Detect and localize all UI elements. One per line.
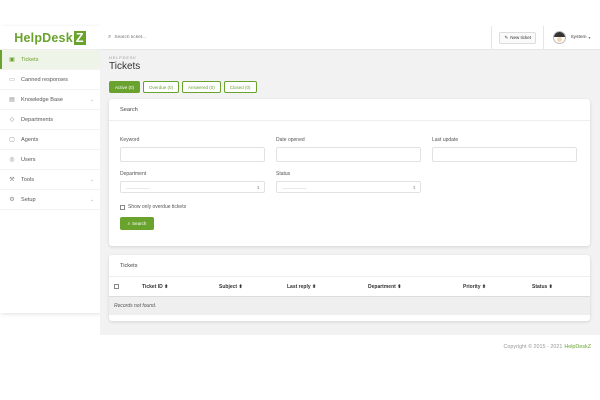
sort-icon: ⬍ <box>397 284 402 290</box>
agents-icon: ▢ <box>9 137 15 143</box>
search-icon: ⌕ <box>127 221 131 226</box>
select-all-checkbox[interactable] <box>114 284 119 289</box>
last-update-label: Last update <box>432 137 459 143</box>
page-title: Tickets <box>109 61 141 72</box>
departments-icon: ◇ <box>9 117 15 123</box>
sidebar-item-label: Tickets <box>21 56 39 63</box>
sidebar-item-departments[interactable]: ◇ Departments <box>0 110 100 130</box>
book-icon: ▤ <box>9 97 15 103</box>
logo[interactable]: HelpDesk Z <box>0 26 100 50</box>
sort-icon: ⬍ <box>238 284 243 290</box>
new-ticket-button[interactable]: ✎ New ticket <box>499 31 536 44</box>
chevron-down-icon: ⌄ <box>89 176 94 183</box>
overdue-checkbox-label: Show only overdue tickets <box>128 204 187 210</box>
tickets-icon: ▣ <box>9 57 15 63</box>
date-opened-input[interactable] <box>276 147 421 162</box>
sort-icon: ⬍ <box>548 284 553 290</box>
department-value: ------------------ <box>126 184 150 190</box>
keyword-input[interactable] <box>120 147 265 162</box>
user-menu[interactable]: System ▾ <box>544 26 600 50</box>
sort-icon: ⬍ <box>481 284 487 290</box>
sidebar: HelpDesk Z ▣ Tickets ▭ Canned responses ▤… <box>0 26 100 313</box>
sidebar-item-label: Departments <box>21 116 54 123</box>
new-ticket-label: New ticket <box>510 35 531 40</box>
sidebar-item-label: Canned responses <box>21 76 68 83</box>
search-card-title: Search <box>109 99 590 121</box>
last-update-input[interactable] <box>432 147 577 162</box>
chat-icon: ▭ <box>9 77 15 83</box>
date-opened-label: Date opened <box>276 137 305 143</box>
caret-down-icon: ▾ <box>588 35 591 40</box>
overdue-checkbox[interactable] <box>120 204 125 210</box>
tickets-table-card: Tickets Ticket ID ⬍ Subject ⬍ Last reply… <box>109 255 590 321</box>
setup-icon: ⚙ <box>9 197 15 203</box>
edit-icon: ✎ <box>504 34 509 40</box>
sort-icon: ⬍ <box>312 284 317 290</box>
department-label: Department <box>120 171 147 177</box>
tab-answered[interactable]: Answered (0) <box>182 81 221 93</box>
chevron-down-icon: ⇕ <box>256 184 260 190</box>
sidebar-item-users[interactable]: ◎ Users <box>0 150 100 170</box>
search-button-label: Search <box>132 221 147 226</box>
col-ticket-id[interactable]: Ticket ID ⬍ <box>142 277 168 297</box>
search-input[interactable] <box>114 35 235 40</box>
footer-brand-link[interactable]: HelpDeskZ <box>564 344 591 350</box>
copyright-text: Copyright © 2015 - 2021 <box>503 343 563 350</box>
sidebar-item-canned-responses[interactable]: ▭ Canned responses <box>0 70 100 90</box>
department-select[interactable]: ------------------ ⇕ <box>120 181 265 193</box>
sidebar-item-tickets[interactable]: ▣ Tickets <box>0 50 100 70</box>
sidebar-item-label: Knowledge Base <box>21 96 63 103</box>
search-icon: ⌕ <box>108 34 112 40</box>
sidebar-item-agents[interactable]: ▢ Agents <box>0 130 100 150</box>
chevron-down-icon: ⌄ <box>89 96 94 103</box>
search-button[interactable]: ⌕ Search <box>120 217 154 230</box>
col-subject[interactable]: Subject ⬍ <box>219 277 243 297</box>
topbar: ⌕ ✎ New ticket System ▾ <box>100 25 600 50</box>
sidebar-item-setup[interactable]: ⚙ Setup ⌄ <box>0 190 100 210</box>
sidebar-item-label: Agents <box>21 136 39 143</box>
sidebar-item-knowledge-base[interactable]: ▤ Knowledge Base ⌄ <box>0 90 100 110</box>
ticket-tabs: Active (0) Overdue (0) Answered (0) Clos… <box>109 81 260 93</box>
sidebar-item-label: Users <box>21 156 36 163</box>
col-status[interactable]: Status ⬍ <box>532 277 553 297</box>
tab-overdue[interactable]: Overdue (0) <box>143 81 180 93</box>
tools-icon: ⚒ <box>9 177 15 183</box>
new-ticket-area: ✎ New ticket <box>491 25 544 50</box>
breadcrumb: HELPDESK <box>109 55 137 60</box>
empty-state-row: Records not found. <box>109 297 590 315</box>
sidebar-item-tools[interactable]: ⚒ Tools ⌄ <box>0 170 100 190</box>
user-name: System <box>570 35 587 40</box>
col-department[interactable]: Department ⬍ <box>368 277 401 297</box>
status-label: Status <box>276 171 291 177</box>
tickets-table-title: Tickets <box>109 255 590 277</box>
overdue-checkbox-row[interactable]: Show only overdue tickets <box>120 204 186 210</box>
sidebar-item-label: Setup <box>21 196 36 203</box>
keyword-label: Keyword <box>120 137 140 143</box>
users-icon: ◎ <box>9 157 15 163</box>
sort-icon: ⬍ <box>164 284 169 290</box>
avatar <box>553 31 567 44</box>
tab-closed[interactable]: Closed (0) <box>223 81 257 93</box>
footer: Copyright © 2015 - 2021 HelpDeskZ <box>100 335 600 358</box>
col-priority[interactable]: Priority ⬍ <box>463 277 486 297</box>
col-last-reply[interactable]: Last reply ⬍ <box>287 277 316 297</box>
status-select[interactable]: ------------------ ⇕ <box>276 181 421 193</box>
chevron-down-icon: ⇕ <box>412 184 416 190</box>
chevron-down-icon: ⌄ <box>89 196 94 203</box>
tab-active[interactable]: Active (0) <box>109 81 141 93</box>
search-card: Search Keyword Date opened Last update D… <box>109 99 590 246</box>
sidebar-item-label: Tools <box>21 176 35 183</box>
main-content: HELPDESK Tickets Active (0) Overdue (0) … <box>100 50 600 358</box>
top-search: ⌕ <box>100 26 491 49</box>
status-value: ------------------ <box>282 184 306 190</box>
logo-text: HelpDesk Z <box>14 30 86 45</box>
table-header: Ticket ID ⬍ Subject ⬍ Last reply ⬍ Depar… <box>109 277 590 297</box>
